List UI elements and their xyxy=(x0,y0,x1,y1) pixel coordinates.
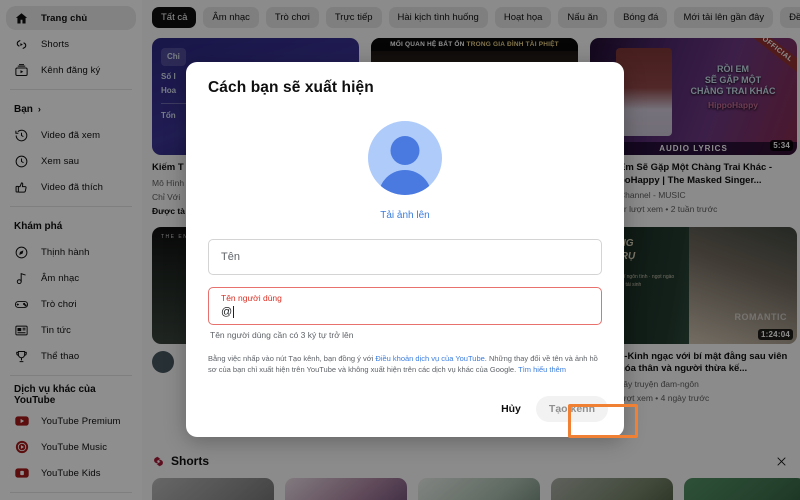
name-field[interactable]: Tên xyxy=(208,239,602,275)
dialog-title: Cách bạn sẽ xuất hiện xyxy=(208,79,374,96)
avatar-head xyxy=(390,136,420,165)
create-channel-button[interactable]: Tạo kênh xyxy=(535,396,608,422)
username-field-label: Tên người dùng xyxy=(221,293,282,303)
dialog-footer: Hủy Tạo kênh xyxy=(186,393,624,437)
username-error-hint: Tên người dùng cần có 3 ký tự trở lên xyxy=(210,330,354,340)
learn-more-link[interactable]: Tìm hiểu thêm xyxy=(518,365,566,374)
legal-text: Bằng việc nhấp vào nút Tạo kênh, bạn đồn… xyxy=(208,353,602,375)
cancel-button[interactable]: Hủy xyxy=(490,396,532,422)
youtube-home-page: Trang chủ Shorts Kênh đăng ký Bạn › Vide… xyxy=(0,0,800,500)
name-field-placeholder: Tên xyxy=(221,251,240,263)
upload-photo-link[interactable]: Tải ảnh lên xyxy=(208,210,602,221)
avatar-body xyxy=(378,170,432,195)
username-field-value: @ xyxy=(221,306,233,318)
default-avatar-icon[interactable] xyxy=(368,121,442,195)
terms-of-service-link[interactable]: Điều khoản dịch vụ của YouTube xyxy=(375,354,484,363)
dialog-body: Tải ảnh lên Tên Tên người dùng @ Tên ngư… xyxy=(186,97,624,393)
legal-before: Bằng việc nhấp vào nút Tạo kênh, bạn đồn… xyxy=(208,354,376,363)
username-field-value-wrap: @ xyxy=(221,306,235,318)
create-channel-dialog: Cách bạn sẽ xuất hiện Tải ảnh lên Tên Tê… xyxy=(186,62,624,437)
avatar-section: Tải ảnh lên xyxy=(208,121,602,221)
text-caret xyxy=(233,306,235,318)
username-field[interactable]: Tên người dùng @ xyxy=(208,287,602,325)
